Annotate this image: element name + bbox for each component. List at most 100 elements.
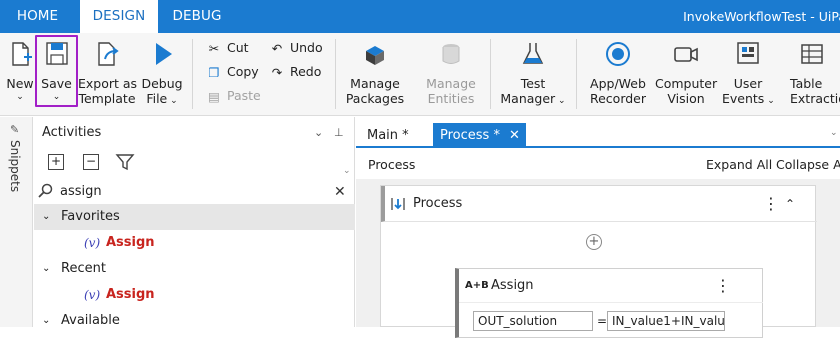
pin-icon[interactable]: ⊥ [334, 117, 344, 148]
new-button[interactable]: New ⌄ [4, 33, 36, 116]
table-label: Table [790, 76, 823, 91]
chevron-down-icon[interactable]: ⌄ [830, 128, 838, 138]
ribbon: New ⌄ Save ⌄ Export as Template Debug File… [0, 33, 840, 116]
undo-button[interactable]: ↶ Undo [268, 37, 323, 59]
sequence-process[interactable]: Process ⋮ ⌃ + A+B Assign ⋮ OUT_solution … [380, 185, 817, 338]
activities-header: Activities ⌄ ⊥ [34, 117, 355, 148]
activities-panel: Activities ⌄ ⊥ + − ⌄ assign ✕ ⌄ Favorite… [34, 117, 355, 328]
vision-label-2: Vision [667, 91, 705, 106]
tree-group-available[interactable]: ⌄ Available [34, 308, 355, 334]
search-input[interactable]: assign [60, 180, 102, 204]
close-icon[interactable]: ✕ [509, 123, 520, 148]
export-template-button[interactable]: Export as Template [78, 33, 138, 116]
assign-activity[interactable]: A+B Assign ⋮ OUT_solution = IN_value1+IN… [455, 268, 763, 338]
tab-design[interactable]: DESIGN [80, 0, 158, 33]
debug-label: Debug [141, 76, 183, 91]
cut-label: Cut [226, 40, 249, 55]
expand-all-icon[interactable]: + [48, 154, 64, 170]
tab-home[interactable]: HOME [0, 0, 75, 33]
play-icon [156, 43, 172, 65]
ribbon-separator [490, 39, 491, 109]
chevron-down-icon: ⌄ [343, 166, 351, 176]
manage-packages-label: Manage [350, 76, 400, 91]
manage-entities-label: Manage [426, 76, 476, 91]
tab-debug[interactable]: DEBUG [163, 0, 231, 33]
snippets-rail[interactable]: ✎ Snippets [0, 117, 33, 327]
variable-icon: (v) [84, 236, 101, 250]
assign-equals: = [597, 314, 608, 328]
tree-item-assign[interactable]: (v) Assign [34, 282, 355, 308]
assign-to-field[interactable]: OUT_solution [473, 311, 593, 331]
tree-group-label: Favorites [61, 209, 120, 224]
chevron-down-icon[interactable]: ⌄ [314, 117, 323, 148]
export-label-2: Template [78, 91, 136, 106]
designer-panel: Main * Process * ✕ ⌄ Process Expand All … [356, 117, 840, 338]
expand-all-button[interactable]: Expand All [706, 150, 772, 179]
test-manager-button[interactable]: Test Manager ⌄ [500, 33, 566, 116]
manage-packages-label-2: Packages [345, 91, 405, 106]
snippets-label: Snippets [8, 140, 22, 193]
copy-label: Copy [226, 64, 259, 79]
database-icon [442, 44, 460, 64]
activities-search[interactable]: assign ✕ [34, 180, 355, 204]
table-icon [801, 44, 823, 64]
paste-label: Paste [226, 88, 261, 103]
tab-main[interactable]: Main * [360, 123, 416, 148]
collapse-icon[interactable]: ⌃ [785, 186, 795, 222]
table-extraction-button[interactable]: TableExtraction [780, 33, 840, 116]
more-options-icon[interactable]: ⋮ [715, 269, 731, 303]
assign-value-field[interactable]: IN_value1+IN_value2 [607, 311, 725, 331]
assign-title: Assign [491, 278, 534, 293]
user-events-button[interactable]: User Events ⌄ [722, 33, 775, 116]
packages-icon [366, 46, 384, 65]
breadcrumb[interactable]: Process [368, 150, 415, 179]
copy-icon: ❐ [208, 64, 220, 80]
redo-icon: ↷ [271, 64, 283, 80]
chevron-down-icon: ⌄ [764, 96, 775, 106]
ribbon-separator [576, 39, 577, 109]
tab-process[interactable]: Process * ✕ [433, 123, 526, 148]
undo-label: Undo [289, 40, 323, 55]
tree-group-favorites[interactable]: ⌄ Favorites [34, 204, 355, 230]
debug-label-2: File [146, 91, 168, 106]
tab-process-label: Process * [440, 128, 500, 143]
save-button[interactable]: Save ⌄ [37, 33, 76, 116]
redo-button[interactable]: ↷ Redo [268, 61, 322, 83]
new-file-icon [12, 42, 32, 66]
app-web-recorder-button[interactable]: App/Web Recorder [586, 33, 650, 116]
assign-icon: A+B [465, 280, 489, 291]
export-icon [98, 42, 119, 66]
chevron-down-icon: ⌄ [42, 263, 51, 274]
clear-search-icon[interactable]: ✕ [334, 180, 346, 204]
sequence-header: Process ⋮ ⌃ [381, 186, 817, 222]
paste-icon: ▤ [208, 88, 220, 104]
tree-item-label: Assign [106, 287, 155, 302]
designer-canvas[interactable]: Process ⋮ ⌃ + A+B Assign ⋮ OUT_solution … [356, 179, 840, 338]
document-tabs: Main * Process * ✕ ⌄ [356, 120, 840, 148]
user-events-label-2: Events [722, 91, 765, 106]
manage-entities-button[interactable]: Manage Entities [423, 33, 479, 116]
copy-button[interactable]: ❐ Copy [205, 61, 259, 83]
computer-vision-button[interactable]: Computer Vision [655, 33, 717, 116]
vision-label: Computer [655, 76, 718, 91]
export-label: Export as [78, 76, 138, 91]
collapse-all-button[interactable]: Collapse All [776, 150, 840, 179]
filter-icon[interactable] [115, 153, 135, 171]
tree-item-label: Assign [106, 235, 155, 250]
manage-packages-button[interactable]: Manage Packages [345, 33, 405, 116]
new-label: New [6, 76, 34, 91]
collapse-all-icon[interactable]: − [83, 154, 99, 170]
manage-entities-label-2: Entities [427, 91, 475, 106]
cut-button[interactable]: ✂ Cut [205, 37, 249, 59]
test-manager-label-2: Manager [500, 91, 556, 106]
save-label: Save [41, 76, 72, 91]
flask-icon [522, 43, 544, 64]
paste-button[interactable]: ▤ Paste [205, 85, 261, 107]
more-options-icon[interactable]: ⋮ [763, 186, 779, 222]
tree-item-assign[interactable]: (v) Assign [34, 230, 355, 256]
breadcrumb-bar: Process Expand All Collapse All [356, 150, 840, 179]
tree-group-recent[interactable]: ⌄ Recent [34, 256, 355, 282]
debug-file-button[interactable]: Debug File ⌄ [139, 33, 185, 116]
chevron-down-icon: ⌄ [555, 96, 566, 106]
add-activity-icon[interactable]: + [586, 234, 602, 250]
